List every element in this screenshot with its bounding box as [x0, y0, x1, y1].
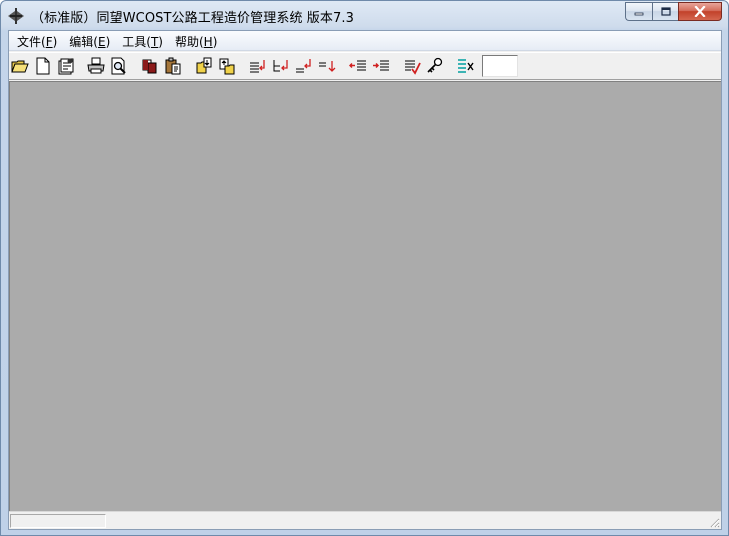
open-folder-icon — [11, 60, 29, 73]
window-title: （标准版）同望WCOST公路工程造价管理系统 版本7.3 — [31, 11, 354, 26]
insert-before-icon — [296, 59, 311, 73]
copy-button[interactable] — [139, 55, 161, 77]
insert-child-icon — [273, 60, 288, 72]
status-pane — [10, 514, 106, 528]
indent-button[interactable] — [370, 55, 392, 77]
resize-grip-icon[interactable] — [708, 516, 720, 528]
insert-child-button[interactable] — [270, 55, 292, 77]
check-button[interactable] — [401, 55, 423, 77]
maximize-icon — [660, 7, 671, 16]
check-icon — [405, 60, 421, 75]
status-bar — [9, 511, 721, 529]
append-row-icon — [319, 61, 336, 72]
minimize-button[interactable] — [625, 2, 652, 21]
clear-format-button[interactable] — [455, 55, 477, 77]
window-controls — [625, 2, 722, 22]
app-window: （标准版）同望WCOST公路工程造价管理系统 版本7.3 文件(F) 编辑(E)… — [0, 0, 729, 536]
close-icon — [694, 6, 706, 17]
import-button[interactable] — [193, 55, 215, 77]
indent-icon — [373, 60, 389, 71]
app-logo-icon[interactable] — [7, 7, 25, 25]
print-button[interactable] — [85, 55, 107, 77]
print-icon — [87, 57, 105, 74]
import-icon — [196, 57, 212, 74]
mdi-workspace[interactable] — [9, 81, 721, 511]
properties-icon — [58, 58, 74, 75]
copy-icon — [142, 59, 157, 74]
minimize-icon — [634, 12, 644, 15]
paste-icon — [165, 57, 181, 75]
new-document-icon — [36, 57, 50, 75]
print-preview-icon — [111, 57, 126, 75]
print-preview-button[interactable] — [108, 55, 130, 77]
menu-edit[interactable]: 编辑(E) — [63, 32, 116, 50]
menu-file[interactable]: 文件(F) — [11, 32, 63, 50]
close-button[interactable] — [678, 2, 722, 21]
menu-tools[interactable]: 工具(T) — [116, 32, 169, 50]
toolbar-input[interactable] — [482, 55, 518, 77]
search-key-icon — [427, 57, 443, 73]
insert-before-button[interactable] — [293, 55, 315, 77]
insert-row-icon — [250, 60, 265, 73]
title-bar[interactable]: （标准版）同望WCOST公路工程造价管理系统 版本7.3 — [1, 1, 728, 30]
export-icon — [219, 58, 235, 75]
properties-button[interactable] — [55, 55, 77, 77]
insert-row-button[interactable] — [247, 55, 269, 77]
client-area: 文件(F) 编辑(E) 工具(T) 帮助(H) — [8, 30, 722, 530]
toolbar — [9, 52, 721, 80]
append-row-button[interactable] — [316, 55, 338, 77]
clear-format-icon — [458, 59, 474, 73]
search-key-button[interactable] — [424, 55, 446, 77]
new-button[interactable] — [32, 55, 54, 77]
menu-bar: 文件(F) 编辑(E) 工具(T) 帮助(H) — [9, 31, 721, 51]
export-button[interactable] — [216, 55, 238, 77]
open-button[interactable] — [9, 55, 31, 77]
paste-button[interactable] — [162, 55, 184, 77]
outdent-icon — [349, 60, 366, 71]
maximize-button[interactable] — [652, 2, 678, 21]
outdent-button[interactable] — [347, 55, 369, 77]
menu-help[interactable]: 帮助(H) — [169, 32, 223, 50]
